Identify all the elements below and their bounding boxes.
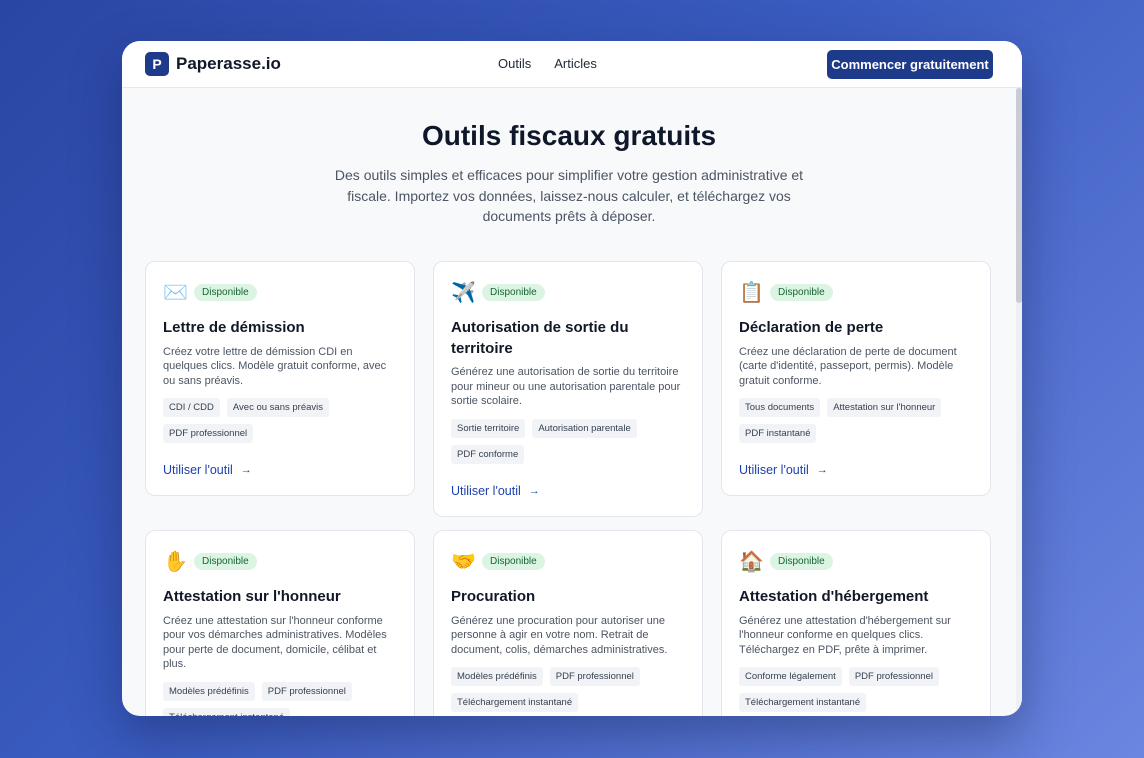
card-description: Générez une attestation d'hébergement su… — [739, 614, 951, 656]
envelope-icon: ✉️ — [163, 280, 188, 304]
feature-tag: PDF professionnel — [848, 667, 939, 687]
arrow-right-icon: → — [240, 464, 252, 477]
page-title: Outils fiscaux gratuits — [421, 120, 717, 151]
feature-tag: Modèles prédéfinis — [163, 681, 255, 701]
nav-link-outils[interactable]: Outils — [498, 56, 531, 71]
card-title: Attestation d'hébergement — [739, 588, 929, 605]
tag-list: Tous documents Attestation sur l'honneur P… — [739, 398, 973, 450]
status-badge: Disponible — [482, 552, 545, 570]
status-badge: Disponible — [194, 283, 257, 301]
tag-list: Modèles prédéfinis PDF professionnel Téléc… — [163, 681, 397, 716]
feature-tag: PDF professionnel — [549, 667, 640, 687]
start-free-button[interactable]: Commencer gratuitement — [827, 50, 993, 79]
raised-hand-icon: ✋ — [163, 549, 188, 573]
main-content: Outils fiscaux gratuits Des outils simpl… — [122, 88, 1016, 716]
card-description: Créez une attestation sur l'honneur conf… — [163, 614, 387, 671]
card-description: Générez une procuration pour autoriser u… — [451, 614, 668, 656]
tool-card[interactable]: 📋 Disponible Déclaration de perte Créez … — [721, 261, 991, 497]
tool-card[interactable]: 🏠 Disponible Attestation d'hébergement G… — [721, 530, 991, 716]
tag-list: Sortie territoire Autorisation parentale P… — [451, 418, 685, 471]
card-header: ✋ Disponible — [163, 549, 397, 573]
tag-list: CDI / CDD Avec ou sans préavis PDF profess… — [163, 398, 397, 450]
logo-badge-icon: P — [145, 52, 169, 76]
status-badge: Disponible — [770, 283, 833, 301]
nav-links: Outils Articles — [498, 56, 620, 71]
card-title: Déclaration de perte — [739, 319, 884, 336]
tool-card[interactable]: ✈️ Disponible Autorisation de sortie du … — [433, 261, 703, 517]
card-header: ✉️ Disponible — [163, 280, 397, 304]
feature-tag: Attestation sur l'honneur — [827, 398, 942, 418]
tool-card[interactable]: ✉️ Disponible Lettre de démission Créez … — [145, 261, 415, 497]
arrow-right-icon: → — [528, 484, 540, 497]
card-header: 🏠 Disponible — [739, 549, 973, 573]
card-title: Attestation sur l'honneur — [163, 588, 341, 605]
feature-tag: Téléchargement instantané — [163, 707, 291, 716]
card-title: Autorisation de sortie du territoire — [451, 319, 629, 357]
status-badge: Disponible — [482, 283, 545, 301]
top-navbar: P Paperasse.io Outils Articles Commencer… — [122, 41, 1022, 88]
card-title: Procuration — [451, 588, 536, 605]
feature-tag: Téléchargement instantané — [739, 693, 867, 713]
tool-card[interactable]: 🤝 Disponible Procuration Générez une pro… — [433, 530, 703, 716]
feature-tag: PDF professionnel — [163, 424, 254, 444]
vertical-scrollbar[interactable] — [1016, 88, 1022, 716]
use-tool-link[interactable]: Utiliser l'outil → — [163, 463, 397, 477]
use-tool-link-label: Utiliser l'outil — [163, 463, 233, 478]
feature-tag: Tous documents — [739, 398, 821, 418]
card-header: 📋 Disponible — [739, 280, 973, 304]
tag-list: Modèles prédéfinis PDF professionnel Téléc… — [451, 667, 685, 716]
page-subtitle: Des outils simples et efficaces pour sim… — [334, 167, 804, 224]
feature-tag: Avec ou sans préavis — [226, 398, 329, 418]
use-tool-link[interactable]: Utiliser l'outil → — [451, 484, 685, 498]
house-icon: 🏠 — [739, 549, 764, 573]
feature-tag: PDF instantané — [739, 424, 817, 444]
card-description: Créez votre lettre de démission CDI en q… — [163, 345, 387, 387]
scrollbar-thumb[interactable] — [1016, 88, 1022, 303]
feature-tag: Modèles prédéfinis — [451, 667, 543, 687]
use-tool-link-label: Utiliser l'outil — [451, 483, 521, 498]
status-badge: Disponible — [194, 552, 257, 570]
card-description: Créez une déclaration de perte de docume… — [739, 345, 957, 387]
feature-tag: PDF conforme — [451, 444, 525, 464]
card-header: 🤝 Disponible — [451, 549, 685, 573]
card-description: Générez une autorisation de sortie du te… — [451, 366, 681, 408]
feature-tag: Autorisation parentale — [532, 418, 637, 438]
airplane-icon: ✈️ — [451, 280, 476, 304]
brand-name: Paperasse.io — [176, 54, 281, 73]
handshake-icon: 🤝 — [451, 549, 476, 573]
use-tool-link-label: Utiliser l'outil — [739, 463, 809, 478]
feature-tag: CDI / CDD — [163, 398, 220, 418]
card-header: ✈️ Disponible — [451, 280, 685, 304]
nav-link-articles[interactable]: Articles — [554, 56, 597, 71]
clipboard-icon: 📋 — [739, 280, 764, 304]
feature-tag: Conforme légalement — [739, 667, 842, 687]
brand-logo[interactable]: P Paperasse.io — [145, 52, 281, 76]
tag-list: Conforme légalement PDF professionnel Télé… — [739, 667, 973, 716]
feature-tag: Téléchargement instantané — [451, 693, 579, 713]
arrow-right-icon: → — [816, 464, 828, 477]
browser-window: P Paperasse.io Outils Articles Commencer… — [122, 41, 1022, 716]
tool-card[interactable]: ✋ Disponible Attestation sur l'honneur C… — [145, 530, 415, 716]
feature-tag: PDF professionnel — [261, 681, 352, 701]
status-badge: Disponible — [770, 552, 833, 570]
card-title: Lettre de démission — [163, 319, 305, 336]
feature-tag: Sortie territoire — [451, 418, 526, 438]
use-tool-link[interactable]: Utiliser l'outil → — [739, 463, 973, 477]
